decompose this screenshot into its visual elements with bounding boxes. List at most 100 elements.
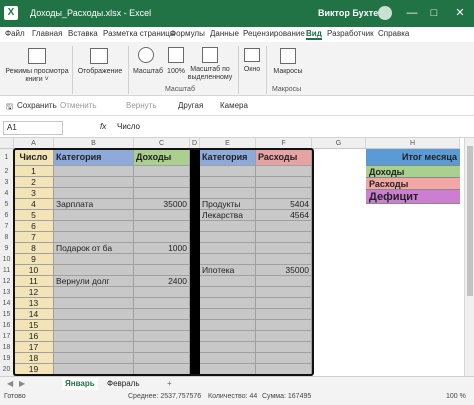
row-header[interactable]: 3 [0,177,14,188]
expense-amount-cell[interactable] [256,364,312,375]
redo-button[interactable]: Вернуть [126,101,156,110]
name-box[interactable]: A1 [3,121,63,135]
row-header[interactable]: 5 [0,199,14,210]
undo-button[interactable]: Отменить [60,101,97,110]
close-icon[interactable]: ✕ [452,5,468,21]
day-number-cell[interactable]: 12 [14,287,54,298]
select-all-corner[interactable] [0,138,14,149]
day-number-cell[interactable]: 10 [14,265,54,276]
tab-page-layout[interactable]: Разметка страницы [103,29,176,38]
row-header[interactable]: 12 [0,276,14,287]
status-zoom[interactable]: 100 % [446,393,466,400]
minimize-icon[interactable]: — [404,5,420,21]
tab-review[interactable]: Рецензирование [243,29,305,38]
column-header[interactable]: F [256,138,312,149]
save-button[interactable]: Сохранить [17,101,57,110]
row-header[interactable]: 11 [0,265,14,276]
row-header[interactable]: 8 [0,232,14,243]
expense-category-cell[interactable] [200,353,256,364]
income-amount-cell[interactable] [134,254,190,265]
income-amount-cell[interactable] [134,265,190,276]
income-category-cell[interactable] [54,331,134,342]
row-header[interactable]: 10 [0,254,14,265]
income-category-cell[interactable]: Вернули долг [54,276,134,287]
row-header[interactable]: 14 [0,298,14,309]
expense-amount-cell[interactable] [256,177,312,188]
day-number-cell[interactable]: 1 [14,166,54,177]
income-category-cell[interactable] [54,309,134,320]
income-amount-cell[interactable] [134,309,190,320]
expense-amount-cell[interactable] [256,166,312,177]
day-number-cell[interactable]: 7 [14,232,54,243]
scrollbar-thumb[interactable] [467,146,473,296]
income-amount-cell[interactable]: 2400 [134,276,190,287]
fx-icon[interactable]: fx [100,122,106,131]
expense-amount-cell[interactable] [256,254,312,265]
expense-amount-cell[interactable]: 4564 [256,210,312,221]
day-number-cell[interactable]: 8 [14,243,54,254]
day-number-cell[interactable]: 17 [14,342,54,353]
expense-amount-cell[interactable] [256,331,312,342]
expense-category-cell[interactable] [200,342,256,353]
expense-amount-cell[interactable] [256,287,312,298]
expense-category-cell[interactable] [200,177,256,188]
expense-category-cell[interactable] [200,298,256,309]
column-header[interactable]: G [312,138,366,149]
expense-amount-cell[interactable] [256,232,312,243]
header-category-expense[interactable]: Категория [200,149,256,166]
income-category-cell[interactable] [54,232,134,243]
income-amount-cell[interactable] [134,364,190,375]
day-number-cell[interactable]: 6 [14,221,54,232]
column-header[interactable]: H [366,138,460,149]
tab-view[interactable]: Вид [306,29,322,40]
income-category-cell[interactable]: Зарплата [54,199,134,210]
day-number-cell[interactable]: 2 [14,177,54,188]
expense-category-cell[interactable] [200,287,256,298]
income-amount-cell[interactable] [134,166,190,177]
day-number-cell[interactable]: 14 [14,309,54,320]
tab-formulas[interactable]: Формулы [170,29,205,38]
expense-amount-cell[interactable] [256,243,312,254]
row-header[interactable]: 15 [0,309,14,320]
expense-category-cell[interactable] [200,188,256,199]
income-category-cell[interactable] [54,166,134,177]
expense-amount-cell[interactable] [256,320,312,331]
row-header[interactable]: 18 [0,342,14,353]
day-number-cell[interactable]: 5 [14,210,54,221]
income-amount-cell[interactable]: 1000 [134,243,190,254]
row-header[interactable]: 4 [0,188,14,199]
income-amount-cell[interactable]: 35000 [134,199,190,210]
income-category-cell[interactable] [54,265,134,276]
expense-category-cell[interactable] [200,232,256,243]
expense-category-cell[interactable]: Продукты [200,199,256,210]
expense-amount-cell[interactable] [256,309,312,320]
expense-category-cell[interactable] [200,166,256,177]
income-category-cell[interactable] [54,353,134,364]
camera-button[interactable]: Камера [220,101,248,110]
row-header[interactable]: 9 [0,243,14,254]
row-header[interactable]: 13 [0,287,14,298]
income-category-cell[interactable] [54,254,134,265]
header-number[interactable]: Число [14,149,54,166]
row-header[interactable]: 6 [0,210,14,221]
header-expense[interactable]: Расходы [256,149,312,166]
income-amount-cell[interactable] [134,210,190,221]
row-header[interactable]: 16 [0,320,14,331]
day-number-cell[interactable]: 4 [14,199,54,210]
expense-category-cell[interactable] [200,331,256,342]
vertical-scrollbar[interactable] [464,138,474,376]
income-amount-cell[interactable] [134,331,190,342]
expense-amount-cell[interactable]: 35000 [256,265,312,276]
income-amount-cell[interactable] [134,221,190,232]
column-header[interactable]: C [134,138,190,149]
income-category-cell[interactable] [54,210,134,221]
summary-income[interactable]: Доходы [366,166,460,178]
expense-amount-cell[interactable]: 5404 [256,199,312,210]
tab-developer[interactable]: Разработчик [327,29,374,38]
summary-title[interactable]: Итог месяца [366,149,460,166]
income-amount-cell[interactable] [134,320,190,331]
expense-category-cell[interactable]: Лекарства [200,210,256,221]
expense-amount-cell[interactable] [256,342,312,353]
row-header[interactable]: 7 [0,221,14,232]
add-sheet-button[interactable]: + [164,378,175,390]
